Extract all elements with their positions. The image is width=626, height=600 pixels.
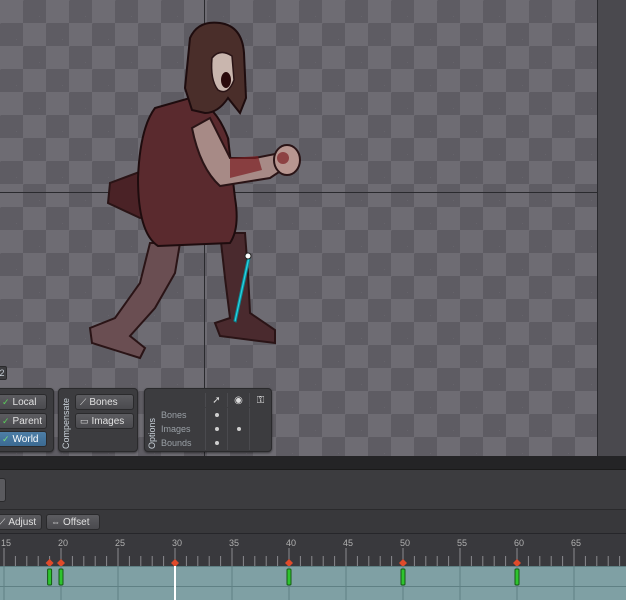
offset-label: Offset (63, 516, 90, 528)
key-column-icon[interactable]: ⚿ (249, 393, 271, 407)
local-label: Local (12, 396, 37, 408)
ruler-frame-label: 50 (399, 538, 411, 548)
ruler-frame-label: 45 (342, 538, 354, 548)
ruler-frame-label: 25 (114, 538, 126, 548)
parent-label: Parent (12, 415, 43, 427)
images-key-toggle[interactable] (249, 422, 271, 436)
images-select-toggle[interactable] (205, 422, 227, 436)
options-title: Options (147, 417, 157, 449)
options-row-bounds: Bounds (161, 436, 271, 450)
keyframe-diamond (45, 559, 54, 566)
adjust-icon: ⟋ (0, 516, 6, 527)
select-column-icon[interactable]: ➚ (205, 393, 227, 407)
options-header-row: ➚ ◉ ⚿ (161, 393, 271, 407)
track-grid (3, 566, 575, 600)
keyframe-track[interactable] (0, 566, 626, 600)
key-bar (47, 568, 53, 586)
adjust-button[interactable]: ⟋ Adjust (0, 514, 42, 530)
key-bar (286, 568, 292, 586)
options-row-label: Images (161, 424, 191, 434)
compensate-bones-button[interactable]: ⟋ Bones (75, 394, 134, 410)
ruler-frame-label: 60 (513, 538, 525, 548)
images-icon: ▭ (80, 415, 89, 426)
keyframe-diamond (399, 559, 407, 566)
compensate-images-button[interactable]: ▭ Images (75, 413, 134, 429)
local-button[interactable]: ✓ Local (0, 394, 47, 410)
ruler-frame-label: 20 (57, 538, 69, 548)
world-label: World (12, 433, 39, 445)
options-row-bones: Bones (161, 408, 271, 422)
images-visible-toggle[interactable] (227, 422, 249, 436)
keyframe-diamond (285, 559, 293, 566)
compensate-images-label: Images (91, 415, 125, 427)
compensate-bones-label: Bones (89, 396, 118, 408)
parent-check-icon: ✓ (2, 415, 10, 426)
bones-key-toggle[interactable] (249, 408, 271, 422)
bounds-select-toggle[interactable] (205, 436, 227, 450)
ruler-frame-label: 65 (570, 538, 582, 548)
keyframe-diamond (513, 559, 521, 566)
options-row-label: Bounds (161, 438, 192, 448)
bounds-key-toggle[interactable] (249, 436, 271, 450)
current-frame-marker (174, 566, 176, 600)
options-row-label: Bones (161, 410, 187, 420)
key-bar (400, 568, 406, 586)
offset-icon: ⇔ (51, 517, 60, 527)
world-button[interactable]: ✓ World (0, 431, 47, 447)
bones-icon: ⟋ (80, 396, 87, 407)
transform-panel: ✓ Local ✓ Parent ✓ World (0, 388, 54, 452)
bounds-visible-toggle[interactable] (227, 436, 249, 450)
keyframe-diamond (57, 559, 65, 566)
ruler-ticks (3, 548, 621, 566)
key-bar (514, 568, 520, 586)
key-bar (58, 568, 64, 586)
bones-select-toggle[interactable] (205, 408, 227, 422)
ruler-frame-label: 30 (171, 538, 183, 548)
timeline-header (0, 470, 626, 510)
options-panel: Options ➚ ◉ ⚿ Bones Images Bounds (144, 388, 272, 452)
ruler-frame-label: 35 (228, 538, 240, 548)
ruler-frame-label: 15 (0, 538, 12, 548)
bones-visible-toggle[interactable] (227, 408, 249, 422)
viewport-scroll-edge[interactable] (597, 0, 626, 456)
timeline-ruler[interactable]: 15 20 25 30 35 40 45 50 55 60 65 (0, 534, 626, 566)
ruler-frame-label: 40 (285, 538, 297, 548)
compensate-title: Compensate (61, 397, 71, 449)
offset-button[interactable]: ⇔ Offset (46, 514, 100, 530)
world-check-icon: ✓ (2, 433, 10, 444)
adjust-label: Adjust (8, 516, 37, 528)
compensate-panel: Compensate ⟋ Bones ▭ Images (58, 388, 138, 452)
ruler-frame-label: 55 (456, 538, 468, 548)
options-row-images: Images (161, 422, 271, 436)
local-check-icon: ✓ (2, 396, 10, 407)
panel-splitter[interactable] (0, 456, 626, 470)
keyframe-diamond (171, 559, 179, 566)
visible-column-icon[interactable]: ◉ (227, 393, 249, 407)
timeline-tools-row: ⟋ Adjust ⇔ Offset (0, 510, 626, 534)
editor-viewport[interactable]: 2 ✓ Local ✓ Parent ✓ World Compensate ⟋ … (0, 0, 626, 456)
axes-indicator: 2 (0, 366, 7, 380)
timeline-side-button[interactable] (0, 478, 6, 502)
character-figure[interactable] (80, 18, 320, 368)
axes-indicator-label: 2 (0, 368, 5, 378)
parent-button[interactable]: ✓ Parent (0, 413, 47, 429)
